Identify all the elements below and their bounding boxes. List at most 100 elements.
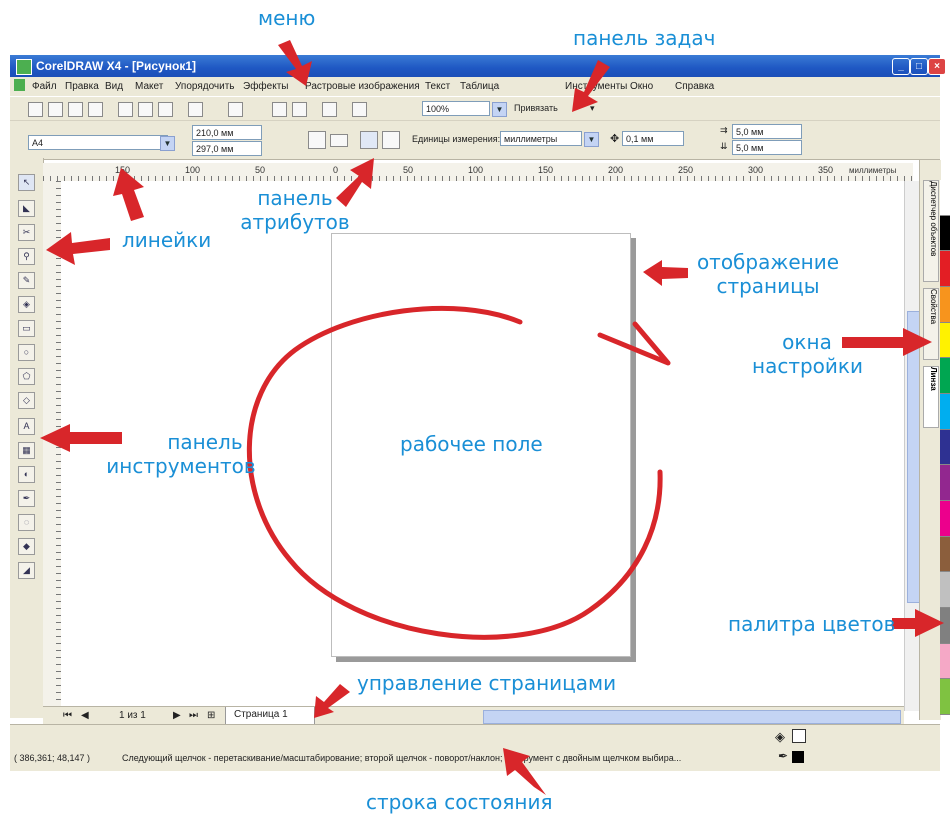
menu-item-text[interactable]: Текст <box>425 81 450 92</box>
palette-swatch[interactable] <box>940 465 950 501</box>
menu-item-bitmaps[interactable]: Растровые изображения <box>305 81 420 92</box>
interactive-fill-tool-icon[interactable]: ◢ <box>18 562 35 579</box>
vertical-scrollbar[interactable] <box>904 181 920 711</box>
shape-tool-icon[interactable]: ◣ <box>18 200 35 217</box>
open-icon[interactable] <box>48 102 63 117</box>
palette-swatch[interactable] <box>940 679 950 715</box>
horizontal-scrollbar[interactable] <box>483 710 901 724</box>
export-icon[interactable] <box>292 102 307 117</box>
menu-item-tools[interactable]: Инструменты <box>565 81 627 92</box>
docker-tab-object-manager[interactable]: Диспетчер объектов <box>923 180 939 282</box>
menu-item-edit[interactable]: Правка <box>65 81 99 92</box>
fill-color-swatch[interactable] <box>792 729 806 743</box>
units-select[interactable]: миллиметры <box>500 131 582 146</box>
close-button[interactable]: × <box>928 58 946 75</box>
outline-color-swatch[interactable] <box>792 751 804 763</box>
menu-item-table[interactable]: Таблица <box>460 81 499 92</box>
menu-item-view[interactable]: Вид <box>105 81 123 92</box>
eyedropper-tool-icon[interactable]: ✒ <box>18 490 35 507</box>
next-page-button[interactable]: ▶ <box>173 710 181 721</box>
ruler-tick: 100 <box>185 165 201 175</box>
cut-icon[interactable] <box>118 102 133 117</box>
rectangle-tool-icon[interactable]: ▭ <box>18 320 35 337</box>
horizontal-ruler[interactable]: 150 100 50 0 50 100 150 200 250 300 350 … <box>43 163 913 182</box>
text-tool-icon[interactable]: A <box>18 418 35 435</box>
current-page-icon[interactable] <box>382 131 400 149</box>
palette-swatch[interactable] <box>940 180 950 216</box>
snap-to-button[interactable]: Привязать <box>514 103 558 113</box>
pick-tool-icon[interactable]: ↖ <box>18 174 35 191</box>
docker-tab-properties[interactable]: Свойства <box>923 288 939 360</box>
first-page-button[interactable]: ⏮ <box>63 710 72 721</box>
page-counter: 1 из 1 <box>119 710 146 721</box>
color-palette[interactable] <box>940 180 950 715</box>
previous-page-button[interactable]: ◀ <box>81 710 89 721</box>
redo-icon[interactable] <box>228 102 243 117</box>
palette-swatch[interactable] <box>940 358 950 394</box>
menu-item-help[interactable]: Справка <box>675 81 714 92</box>
duplicate-distance-x-field[interactable]: 5,0 мм <box>732 124 802 139</box>
landscape-orientation-icon[interactable] <box>330 134 348 147</box>
page-height-field[interactable]: 297,0 мм <box>192 141 262 156</box>
units-dropdown-arrow[interactable]: ▼ <box>584 132 599 147</box>
palette-swatch[interactable] <box>940 322 950 359</box>
outline-tool-icon[interactable]: ◌ <box>18 514 35 531</box>
freehand-tool-icon[interactable]: ✎ <box>18 272 35 289</box>
menu-bar: Файл Правка Вид Макет Упорядочить Эффект… <box>10 77 940 96</box>
palette-swatch[interactable] <box>940 251 950 287</box>
undo-icon[interactable] <box>188 102 203 117</box>
add-page-icon[interactable]: ⊞ <box>207 710 215 721</box>
last-page-button[interactable]: ⏭ <box>189 710 198 721</box>
ruler-tick: 150 <box>538 165 554 175</box>
palette-swatch[interactable] <box>940 643 950 680</box>
menu-item-effects[interactable]: Эффекты <box>243 81 288 92</box>
table-tool-icon[interactable]: ▦ <box>18 442 35 459</box>
vertical-ruler[interactable] <box>43 181 62 711</box>
duplicate-x-icon: ⇉ <box>720 125 728 135</box>
smart-fill-tool-icon[interactable]: ◈ <box>18 296 35 313</box>
palette-swatch[interactable] <box>940 572 950 608</box>
new-document-icon[interactable] <box>28 102 43 117</box>
minimize-button[interactable]: _ <box>892 58 910 75</box>
menu-item-layout[interactable]: Макет <box>135 81 163 92</box>
zoom-level-select[interactable]: 100% <box>422 101 490 116</box>
paper-size-dropdown-arrow[interactable]: ▼ <box>160 136 175 151</box>
docker-tab-lens[interactable]: Линза <box>923 366 939 428</box>
basic-shapes-tool-icon[interactable]: ◇ <box>18 392 35 409</box>
palette-swatch[interactable] <box>940 215 950 252</box>
zoom-dropdown-arrow[interactable]: ▼ <box>492 102 507 117</box>
palette-swatch[interactable] <box>940 429 950 466</box>
portrait-orientation-icon[interactable] <box>308 131 326 149</box>
palette-swatch[interactable] <box>940 501 950 537</box>
nudge-distance-field[interactable]: 0,1 мм <box>622 131 684 146</box>
page-tab[interactable]: Страница 1 <box>225 707 315 725</box>
palette-swatch[interactable] <box>940 536 950 573</box>
print-icon[interactable] <box>88 102 103 117</box>
palette-swatch[interactable] <box>940 394 950 430</box>
page-width-field[interactable]: 210,0 мм <box>192 125 262 140</box>
annotation-menu: меню <box>258 6 316 30</box>
menu-item-window[interactable]: Окно <box>630 81 653 92</box>
save-icon[interactable] <box>68 102 83 117</box>
all-pages-icon[interactable] <box>360 131 378 149</box>
fill-tool-icon[interactable]: ◆ <box>18 538 35 555</box>
application-launcher-icon[interactable] <box>322 102 337 117</box>
paper-size-select[interactable]: A4 <box>28 135 168 150</box>
snap-dropdown-arrow[interactable]: ▾ <box>590 103 595 114</box>
ellipse-tool-icon[interactable]: ○ <box>18 344 35 361</box>
copy-icon[interactable] <box>138 102 153 117</box>
interactive-blend-tool-icon[interactable]: ◐ <box>18 466 35 483</box>
palette-swatch[interactable] <box>940 608 950 644</box>
maximize-button[interactable]: □ <box>910 58 928 75</box>
menu-item-file[interactable]: Файл <box>32 81 57 92</box>
polygon-tool-icon[interactable]: ⬠ <box>18 368 35 385</box>
annotation-rulers: линейки <box>122 228 212 252</box>
duplicate-distance-y-field[interactable]: 5,0 мм <box>732 140 802 155</box>
palette-swatch[interactable] <box>940 287 950 323</box>
menu-item-arrange[interactable]: Упорядочить <box>175 81 235 92</box>
welcome-screen-icon[interactable] <box>352 102 367 117</box>
crop-tool-icon[interactable]: ✂ <box>18 224 35 241</box>
import-icon[interactable] <box>272 102 287 117</box>
paste-icon[interactable] <box>158 102 173 117</box>
zoom-tool-icon[interactable]: ⚲ <box>18 248 35 265</box>
